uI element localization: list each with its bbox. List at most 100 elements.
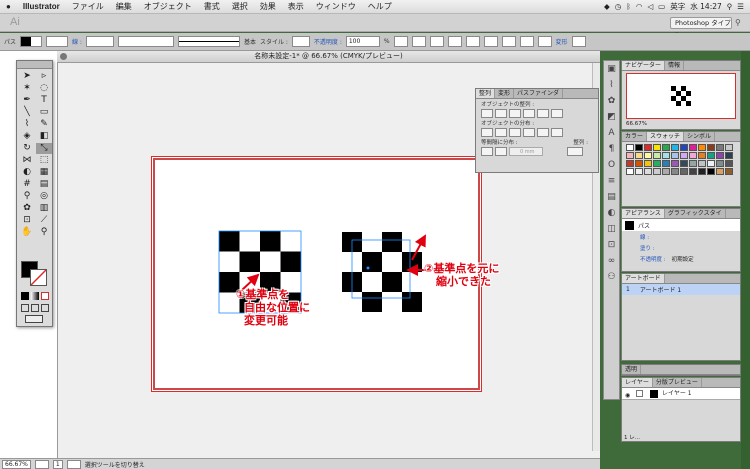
image-trace-icon[interactable]: ⚇ — [604, 269, 619, 285]
gradient-panel-icon[interactable]: ▤ — [604, 189, 619, 205]
color-swatch[interactable] — [689, 152, 697, 159]
color-swatch[interactable] — [671, 160, 679, 167]
color-swatch[interactable] — [680, 144, 688, 151]
magic-wand-tool-icon[interactable]: ✶ — [19, 83, 35, 94]
tab-color[interactable]: カラー — [622, 132, 648, 141]
tab-swatches[interactable]: スウォッチ — [647, 132, 685, 141]
rotate-tool-icon[interactable]: ↻ — [19, 143, 35, 154]
none-mode-icon[interactable] — [41, 292, 49, 300]
stroke-color-swatch[interactable] — [46, 36, 69, 47]
color-swatch[interactable] — [698, 160, 706, 167]
vertical-align-center-icon[interactable] — [537, 109, 549, 118]
menu-window[interactable]: ウィンドウ — [310, 1, 362, 12]
navigator-preview[interactable] — [626, 73, 736, 119]
color-swatch[interactable] — [653, 152, 661, 159]
visibility-icon[interactable]: ◉ — [625, 390, 630, 401]
scale-tool-icon[interactable]: ⤡ — [36, 143, 52, 154]
vertical-align-bottom-icon[interactable] — [551, 109, 563, 118]
recolor-icon[interactable] — [393, 36, 408, 47]
rectangle-tool-icon[interactable]: ▭ — [36, 107, 52, 118]
color-swatch[interactable] — [725, 144, 733, 151]
appearance-opacity-label[interactable]: 不透明度 : — [640, 255, 666, 263]
color-swatch[interactable] — [662, 144, 670, 151]
direct-selection-tool-icon[interactable]: ▹ — [36, 71, 52, 82]
graphic-style-select[interactable] — [291, 36, 310, 47]
variable-width-select[interactable] — [117, 36, 174, 47]
color-swatch[interactable] — [635, 144, 643, 151]
blob-brush-tool-icon[interactable]: ◈ — [19, 131, 35, 142]
menu-type[interactable]: 書式 — [198, 1, 226, 12]
zoom-tool-icon[interactable]: ⚲ — [36, 227, 52, 238]
symbol-panel-icon[interactable]: ✿ — [604, 93, 619, 109]
color-swatch[interactable] — [698, 168, 706, 175]
color-swatch[interactable] — [653, 168, 661, 175]
shape-builder-tool-icon[interactable]: ◐ — [19, 167, 35, 178]
slice-tool-icon[interactable]: ⟋ — [36, 215, 52, 226]
color-swatch[interactable] — [707, 144, 715, 151]
first-artboard-button[interactable] — [34, 459, 49, 469]
draw-normal-icon[interactable] — [21, 304, 29, 312]
transform-label[interactable]: 変形 — [556, 37, 568, 46]
tab-separations[interactable]: 分版プレビュー — [653, 378, 702, 387]
opacity-label[interactable]: 不透明度 : — [314, 37, 342, 46]
preferences-icon[interactable] — [429, 36, 444, 47]
tab-symbols[interactable]: シンボル — [684, 132, 716, 141]
horizontal-align-center-icon[interactable] — [495, 109, 507, 118]
eyedropper-tool-icon[interactable]: ⚲ — [19, 191, 35, 202]
tab-align[interactable]: 整列 — [476, 89, 496, 98]
color-swatch[interactable] — [707, 160, 715, 167]
pencil-tool-icon[interactable]: ✎ — [36, 119, 52, 130]
color-swatch[interactable] — [707, 168, 715, 175]
color-swatch[interactable] — [698, 144, 706, 151]
align-top-icon[interactable] — [501, 36, 516, 47]
color-swatch[interactable] — [626, 168, 634, 175]
menu-help[interactable]: ヘルプ — [362, 1, 398, 12]
ime-indicator[interactable]: 英字 — [670, 1, 685, 12]
color-swatch[interactable] — [716, 160, 724, 167]
pen-tool-icon[interactable]: ✒ — [19, 95, 35, 106]
color-swatch[interactable] — [662, 160, 670, 167]
draw-inside-icon[interactable] — [41, 304, 49, 312]
stroke-label[interactable]: 線 : — [72, 37, 82, 46]
menu-app-name[interactable]: Illustrator — [17, 2, 66, 11]
color-swatch[interactable] — [653, 144, 661, 151]
artboard-number-field[interactable]: 1 — [52, 459, 63, 469]
color-swatch[interactable] — [662, 168, 670, 175]
distribute-right-icon[interactable] — [551, 128, 563, 137]
color-swatch[interactable] — [671, 144, 679, 151]
color-swatch[interactable] — [653, 160, 661, 167]
wifi-icon[interactable]: ◠ — [636, 2, 643, 11]
zoom-field[interactable]: 66.67% — [2, 459, 31, 469]
distribute-vcenter-icon[interactable] — [495, 128, 507, 137]
color-swatch[interactable] — [626, 160, 634, 167]
distribute-top-icon[interactable] — [481, 128, 493, 137]
next-artboard-button[interactable] — [66, 459, 81, 469]
line-tool-icon[interactable]: ╲ — [19, 107, 35, 118]
fill-stroke-widget[interactable] — [21, 261, 49, 287]
volume-icon[interactable]: ◁ — [647, 2, 653, 11]
align-middle-icon[interactable] — [519, 36, 534, 47]
tools-panel-header[interactable] — [17, 61, 52, 69]
column-graph-tool-icon[interactable]: ▥ — [36, 203, 52, 214]
spacing-value-field[interactable]: 0 mm — [509, 147, 543, 156]
distribute-hspace-icon[interactable] — [495, 147, 507, 156]
isolate-icon[interactable] — [571, 36, 586, 47]
character-panel-icon[interactable]: A — [604, 125, 619, 141]
tab-layers[interactable]: レイヤー — [622, 378, 653, 387]
color-swatch[interactable] — [644, 152, 652, 159]
close-document-icon[interactable] — [60, 53, 67, 60]
align-left-icon[interactable] — [447, 36, 462, 47]
eraser-tool-icon[interactable]: ◧ — [36, 131, 52, 142]
stroke-weight-field[interactable] — [85, 36, 114, 47]
mesh-tool-icon[interactable]: # — [19, 179, 35, 190]
menubar-clock[interactable]: 水 14:27 — [690, 1, 722, 12]
align-center-icon[interactable] — [465, 36, 480, 47]
color-swatch[interactable] — [689, 168, 697, 175]
search-icon[interactable]: ⚲ — [735, 18, 743, 28]
align-right-icon[interactable] — [483, 36, 498, 47]
color-swatch[interactable] — [635, 152, 643, 159]
color-swatch[interactable] — [716, 152, 724, 159]
distribute-vspace-icon[interactable] — [481, 147, 493, 156]
color-swatch[interactable] — [689, 144, 697, 151]
tab-transparency[interactable]: 透明 — [622, 365, 642, 374]
